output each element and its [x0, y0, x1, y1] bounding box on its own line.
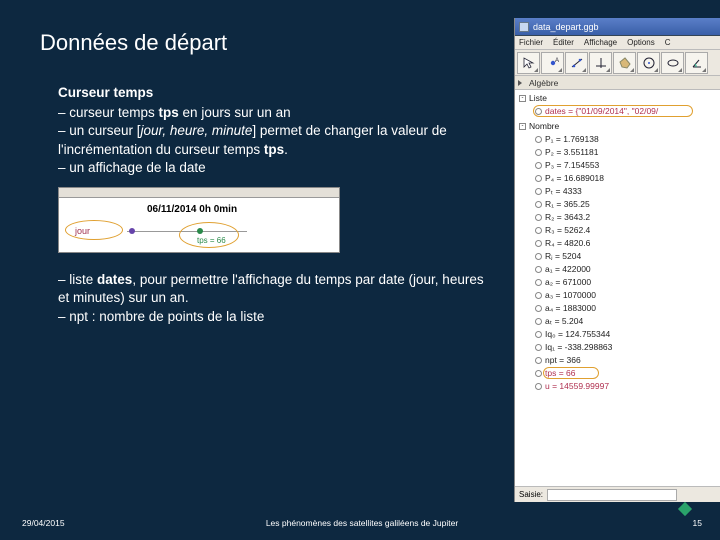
- tree-group-liste[interactable]: -Liste: [519, 92, 720, 105]
- tree-item[interactable]: Pₜ = 4333: [519, 185, 720, 198]
- tool-bar: A: [515, 50, 720, 76]
- tree-item[interactable]: aₜ = 5.204: [519, 315, 720, 328]
- tree-item[interactable]: P₁ = 1.769138: [519, 133, 720, 146]
- highlight-ellipse-tps: [179, 222, 239, 248]
- tool-point[interactable]: A: [541, 52, 564, 74]
- tree-item[interactable]: R₁ = 365.25: [519, 198, 720, 211]
- block2-line2: – npt : nombre de points de la liste: [58, 308, 485, 326]
- saisie-label: Saisie:: [519, 490, 543, 499]
- tool-circle[interactable]: [637, 52, 660, 74]
- tree-item[interactable]: npt = 366: [519, 354, 720, 367]
- menu-options[interactable]: Options: [627, 38, 655, 47]
- cursor-preview-image: 06/11/2014 0h 0min jour tps = 66: [58, 187, 340, 253]
- block1-line1: – curseur temps tps en jours sur un an: [58, 104, 485, 122]
- block1-line2: – un curseur [jour, heure, minute] perme…: [58, 122, 485, 158]
- footer-diamond-icon: [678, 502, 692, 516]
- document-icon: [519, 22, 529, 32]
- tree-item[interactable]: P₃ = 7.154553: [519, 159, 720, 172]
- menu-file[interactable]: Fichier: [519, 38, 543, 47]
- tree-item[interactable]: R₃ = 5262.4: [519, 224, 720, 237]
- cursor-date-display: 06/11/2014 0h 0min: [147, 204, 237, 215]
- algebra-tree: -Liste dates = {"01/09/2014", "02/09/ -N…: [515, 90, 720, 397]
- algebra-panel-header[interactable]: Algèbre: [515, 76, 720, 90]
- geogebra-window: data_depart.ggb Fichier Éditer Affichage…: [514, 18, 720, 502]
- block-curseur: Curseur temps – curseur temps tps en jou…: [40, 84, 485, 177]
- slide-main: Données de départ Curseur temps – curseu…: [0, 0, 514, 540]
- slide-footer: 29/04/2015 Les phénomènes des satellites…: [22, 518, 702, 528]
- minus-icon: -: [519, 95, 526, 102]
- tree-item[interactable]: a₃ = 1070000: [519, 289, 720, 302]
- svg-text:A: A: [555, 58, 559, 64]
- saisie-input[interactable]: [547, 489, 677, 501]
- slide-title: Données de départ: [40, 30, 514, 56]
- highlight-tps: [543, 367, 599, 379]
- tree-item[interactable]: a₂ = 671000: [519, 276, 720, 289]
- footer-page-number: 15: [693, 518, 702, 528]
- menu-bar: Fichier Éditer Affichage Options C: [515, 36, 720, 50]
- tree-item[interactable]: a₁ = 422000: [519, 263, 720, 276]
- block1-line3: – un affichage de la date: [58, 159, 485, 177]
- block2-line1: – liste dates, pour permettre l'affichag…: [58, 271, 485, 307]
- tool-move[interactable]: [517, 52, 540, 74]
- tool-polygon[interactable]: [613, 52, 636, 74]
- tree-item[interactable]: P₄ = 16.689018: [519, 172, 720, 185]
- tree-item-tps[interactable]: tps = 66: [519, 367, 720, 380]
- collapse-arrow-icon: [518, 80, 522, 86]
- cursor-img-toolbar: [59, 188, 339, 198]
- highlight-ellipse-jour: [65, 220, 123, 240]
- tool-conic[interactable]: [661, 52, 684, 74]
- tree-group-nombre[interactable]: -Nombre: [519, 120, 720, 133]
- tool-angle[interactable]: [685, 52, 708, 74]
- tree-item[interactable]: u = 14559.99997: [519, 380, 720, 393]
- window-title: data_depart.ggb: [533, 22, 599, 32]
- tree-item[interactable]: Rⱼ = 5204: [519, 250, 720, 263]
- tree-item[interactable]: R₂ = 3643.2: [519, 211, 720, 224]
- menu-more[interactable]: C: [665, 38, 671, 47]
- slider-handle: [129, 228, 135, 234]
- footer-title: Les phénomènes des satellites galiléens …: [22, 518, 702, 528]
- tool-line[interactable]: [565, 52, 588, 74]
- tree-item-dates[interactable]: dates = {"01/09/2014", "02/09/: [519, 105, 720, 118]
- menu-edit[interactable]: Éditer: [553, 38, 574, 47]
- menu-view[interactable]: Affichage: [584, 38, 617, 47]
- tree-item[interactable]: P₂ = 3.551181: [519, 146, 720, 159]
- tree-item[interactable]: R₄ = 4820.6: [519, 237, 720, 250]
- minus-icon: -: [519, 123, 526, 130]
- tree-item[interactable]: a₄ = 1883000: [519, 302, 720, 315]
- input-bar: Saisie:: [515, 486, 720, 502]
- block-dates: – liste dates, pour permettre l'affichag…: [40, 271, 485, 326]
- window-titlebar[interactable]: data_depart.ggb: [515, 18, 720, 36]
- highlight-dates: [533, 105, 693, 117]
- tool-perp[interactable]: [589, 52, 612, 74]
- tree-item[interactable]: Iq₁ = -338.298863: [519, 341, 720, 354]
- tree-item[interactable]: Iq₀ = 124.755344: [519, 328, 720, 341]
- block1-heading: Curseur temps: [58, 84, 485, 102]
